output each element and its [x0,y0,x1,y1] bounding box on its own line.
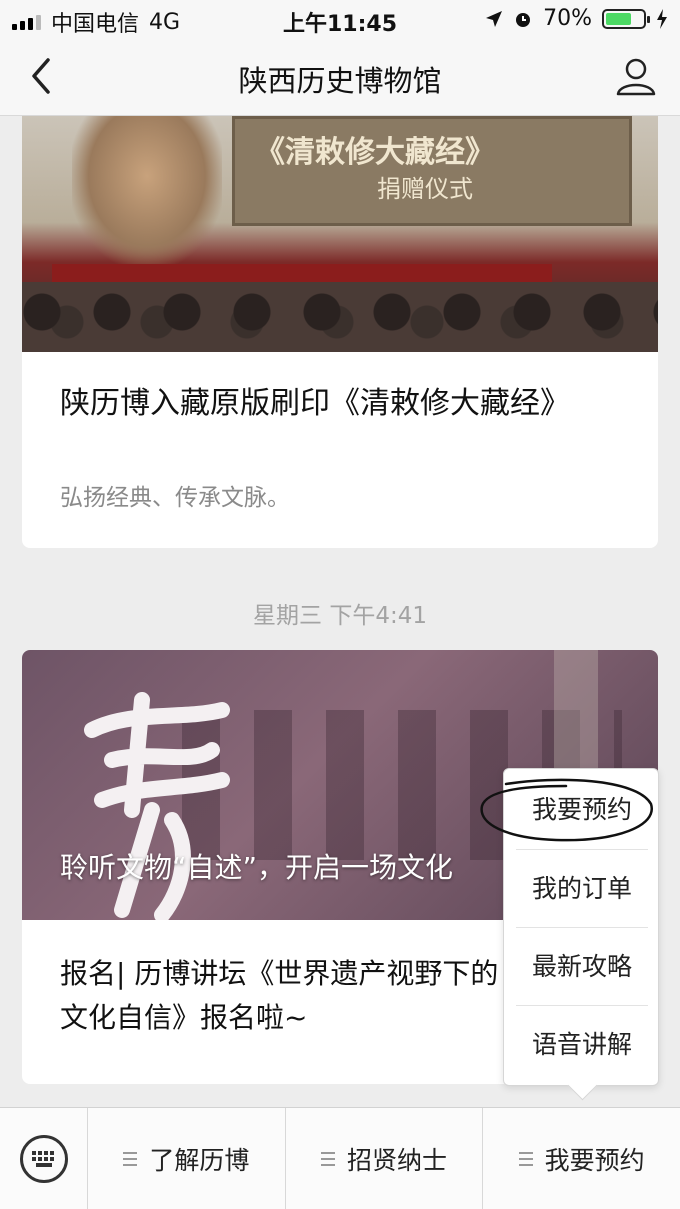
menu-label: 了解历博 [149,1146,250,1175]
menu-about-museum[interactable]: 了解历博 [88,1108,285,1209]
submenu-item-orders[interactable]: 我的订单 [516,849,648,927]
submenu-item-audio-guide[interactable]: 语音讲解 [516,1005,648,1083]
submenu-item-guides[interactable]: 最新攻略 [516,927,648,1005]
banner-title: 《清敕修大藏经》 [255,135,495,170]
message-timestamp: 星期三 下午4:41 [253,603,427,629]
menu-lines-icon [518,1152,533,1166]
ceremony-banner: 《清敕修大藏经》 捐赠仪式 [232,116,632,226]
bottom-menu-bar: 了解历博 招贤纳士 我要预约 [0,1107,680,1209]
battery-percent: 70% [543,6,592,31]
nav-bar: 陕西历史博物馆 [0,38,680,116]
menu-lines-icon [321,1152,335,1166]
location-icon [486,10,503,27]
charging-icon [657,8,667,29]
menu-label: 我要预约 [544,1146,645,1175]
status-bar: 中国电信 4G 上午11:45 70% [0,0,680,38]
menu-reservation[interactable]: 我要预约 [482,1108,680,1209]
article-1-cover-image: 《清敕修大藏经》 捐赠仪式 [22,116,658,352]
menu-recruitment[interactable]: 招贤纳士 [284,1108,483,1209]
article-card-1[interactable]: 《清敕修大藏经》 捐赠仪式 陕历博入藏原版刷印《清敕修大藏经》 弘扬经典、传承文… [22,116,658,548]
battery-icon [602,8,650,29]
article-2-cover-caption: 聆听文物“自述”，开启一场文化 [60,851,454,884]
page-title: 陕西历史博物馆 [238,64,442,98]
article-2-title: 报名| 历博讲坛《世界遗产视野下的文化自信》报名啦~ [60,957,499,1034]
user-icon[interactable] [614,54,658,98]
alarm-icon [516,12,531,27]
keyboard-toggle-button[interactable] [0,1108,88,1209]
handdrawn-circle-annotation [480,778,653,842]
menu-lines-icon [123,1152,138,1166]
banner-subtitle: 捐赠仪式 [377,175,473,203]
article-1-title: 陕历博入藏原版刷印《清敕修大藏经》 [60,386,570,421]
keyboard-icon [19,1135,68,1183]
article-1-summary: 弘扬经典、传承文脉。 [60,485,290,511]
menu-label: 招贤纳士 [347,1146,448,1175]
